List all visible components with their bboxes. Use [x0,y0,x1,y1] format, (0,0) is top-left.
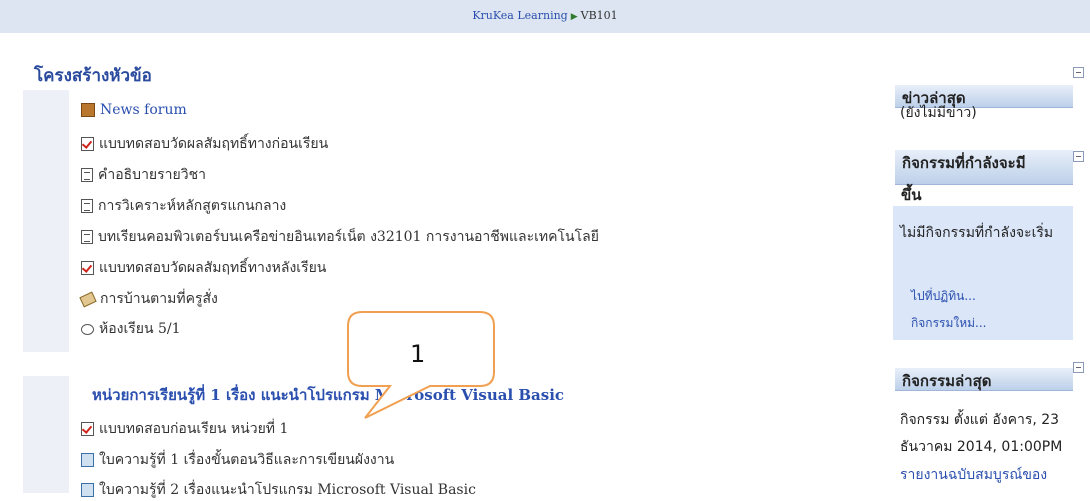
new-event-link[interactable]: กิจกรรมใหม่... [911,314,987,333]
upcoming-block-title-cont: ขึ้น [901,186,922,204]
collapse-icon[interactable] [1073,151,1084,162]
recent-since-line1: กิจกรรม ตั้งแต่ อังคาร, 23 [900,412,1060,428]
full-report-link[interactable]: รายงานฉบับสมบูรณ์ของ [900,464,1047,486]
callout-label: 1 [410,340,426,368]
news-empty-text: (ยังไม่มีข่าว) [900,105,977,121]
recent-since-line2: ธันวาคม 2014, 01:00PM [900,439,1063,455]
upcoming-block-header: กิจกรรมที่กำลังจะมี [895,150,1073,185]
upcoming-block-title: กิจกรรมที่กำลังจะมี [902,154,1026,172]
upcoming-empty-text: ไม่มีกิจกรรมที่กำลังจะเริ่ม [900,225,1054,241]
recent-block-header: กิจกรรมล่าสุด [895,368,1073,391]
collapse-icon[interactable] [1073,362,1084,373]
collapse-icon[interactable] [1073,67,1084,78]
recent-block-title: กิจกรรมล่าสุด [902,372,992,390]
goto-calendar-link[interactable]: ไปที่ปฏิทิน... [911,287,976,306]
